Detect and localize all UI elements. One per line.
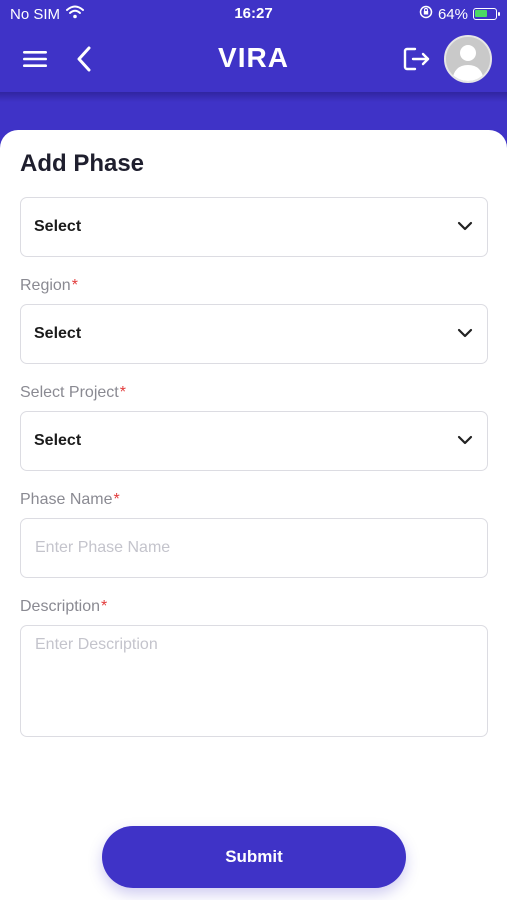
screen: No SIM 16:27 64% VIRA Add Phase Select R…: [0, 0, 507, 900]
chevron-down-icon: [457, 221, 473, 231]
description-input[interactable]: [20, 625, 488, 737]
header-shadow: [0, 92, 507, 102]
logout-icon: [403, 47, 430, 71]
description-label: Description*: [20, 598, 107, 616]
battery-percent: 64%: [437, 5, 468, 23]
chevron-down-icon: [457, 435, 473, 445]
page-title: Add Phase: [20, 150, 145, 177]
required-star: *: [113, 491, 120, 508]
phase-name-input[interactable]: [20, 518, 488, 578]
form-card: Add Phase Select Region* Select Select P…: [0, 130, 507, 900]
required-star: *: [71, 277, 78, 294]
submit-button[interactable]: Submit: [102, 826, 406, 888]
region-label: Region*: [20, 277, 78, 295]
project-select-value: Select: [34, 432, 82, 449]
region-label-text: Region: [20, 277, 71, 294]
status-bar: No SIM 16:27 64%: [0, 0, 507, 28]
project-label: Select Project*: [20, 384, 126, 402]
required-star: *: [101, 598, 108, 615]
description-label-text: Description: [20, 598, 101, 615]
phase-name-label: Phase Name*: [20, 491, 120, 509]
project-label-text: Select Project: [20, 384, 119, 401]
project-select[interactable]: Select: [20, 411, 488, 471]
avatar[interactable]: [444, 35, 492, 83]
required-star: *: [119, 384, 126, 401]
type-select-value: Select: [34, 218, 82, 235]
region-select[interactable]: Select: [20, 304, 488, 364]
nav-bar: VIRA: [0, 30, 507, 90]
user-avatar-icon: [446, 37, 490, 81]
battery-fill: [475, 10, 488, 17]
battery-icon: [473, 8, 500, 20]
type-select[interactable]: Select: [20, 197, 488, 257]
chevron-down-icon: [457, 328, 473, 338]
logout-button[interactable]: [400, 43, 434, 75]
phase-name-label-text: Phase Name: [20, 491, 113, 508]
status-right: 64%: [419, 5, 500, 23]
region-select-value: Select: [34, 325, 82, 342]
orientation-lock-icon: [419, 5, 433, 23]
